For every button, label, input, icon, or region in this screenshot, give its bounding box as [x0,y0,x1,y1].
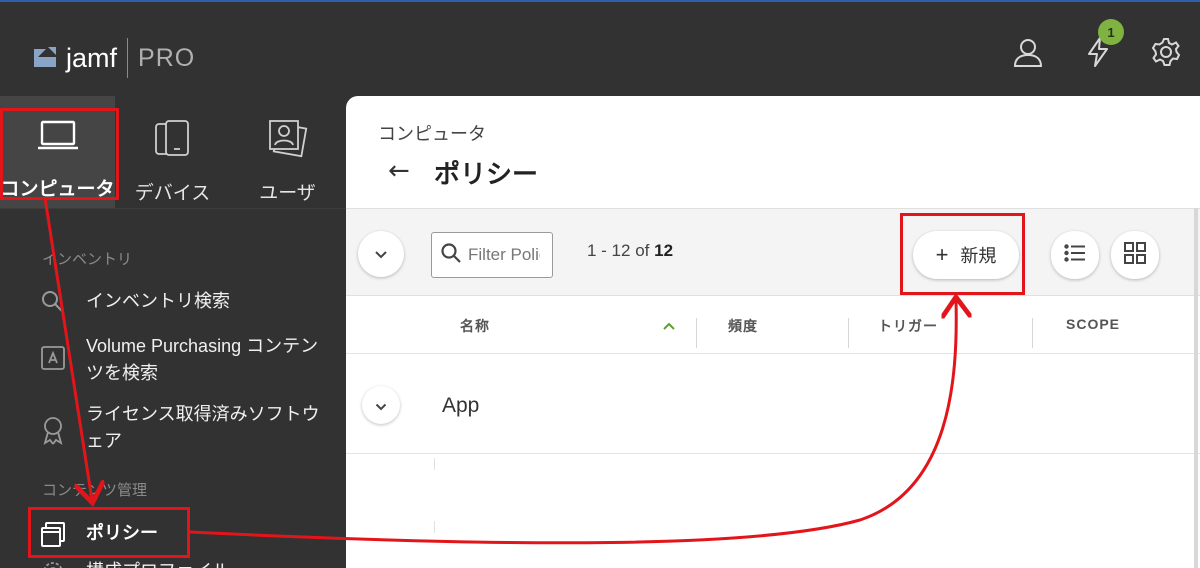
brand-name: jamf [66,42,118,73]
jamf-logo-icon [32,45,58,71]
new-policy-button[interactable]: + 新規 [913,231,1019,279]
tab-computers[interactable]: コンピュータ [0,96,115,208]
plus-icon: + [935,242,949,267]
sidebar-item-label: インベントリ検索 [86,291,230,311]
tab-devices[interactable]: デバイス [115,96,230,208]
settings-gear-icon[interactable] [1146,32,1186,72]
section-content-management: コンテンツ管理 [42,482,148,499]
result-count-total: 12 [654,241,674,260]
grid-view-icon [1124,242,1146,268]
collapse-all-button[interactable] [358,231,404,277]
sidebar-item-configuration-profiles[interactable]: 構成プロファイル [38,558,230,568]
new-button-label: 新規 [960,246,997,266]
mobile-devices-icon [153,118,193,164]
search-icon [440,242,462,268]
chevron-down-icon [375,396,387,415]
laptop-icon [36,118,80,160]
notification-badge[interactable]: 1 [1098,19,1124,45]
grid-view-button[interactable] [1111,231,1159,279]
search-input[interactable] [468,245,540,265]
search-icon [38,287,68,317]
row-divider [434,521,435,533]
list-view-icon [1064,244,1086,266]
sidebar-item-label-line2: ェア [86,431,122,451]
sidebar: コンピュータ デバイス ユーザ インベントリ インベントリ検索 Volume P… [0,96,346,568]
chevron-down-icon [374,245,388,264]
column-header-frequency[interactable]: 頻度 [728,316,758,336]
sidebar-item-label-line1: Volume Purchasing コンテン [86,336,319,356]
table-row[interactable]: App [346,354,1200,454]
license-award-icon [38,415,68,445]
sidebar-item-licensed-software[interactable]: ライセンス取得済みソフトウ ェア [38,401,320,455]
gear-icon [38,557,68,568]
row-name[interactable]: App [442,394,479,418]
column-divider[interactable] [696,318,697,348]
sidebar-item-label-line2: ツを検索 [86,363,158,383]
user-account-icon[interactable] [1008,32,1048,72]
column-header-name[interactable]: 名称 [460,316,490,336]
toolbar: 1 - 12 of 12 + 新規 [346,208,1200,296]
vertical-scrollbar[interactable] [1194,208,1198,568]
column-divider[interactable] [1032,318,1033,348]
main-panel: コンピュータ ← ポリシー 1 - 12 of 12 + 新規 [346,96,1200,568]
expand-row-button[interactable] [362,386,400,424]
app-store-icon [38,343,68,373]
sidebar-item-volume-purchasing[interactable]: Volume Purchasing コンテン ツを検索 [38,333,318,387]
column-header-trigger[interactable]: トリガー [878,316,938,336]
top-bar: jamf PRO 1 [0,2,1200,96]
result-count-prefix: 1 - 12 of [587,241,655,260]
sidebar-item-label: ポリシー [86,523,158,543]
list-view-button[interactable] [1051,231,1099,279]
page-title: ポリシー [434,159,539,189]
policies-icon [38,519,68,549]
sidebar-item-label: 構成プロファイル [86,558,230,568]
logo-divider [127,38,129,78]
back-arrow-icon[interactable]: ← [388,156,410,186]
tab-divider [0,208,346,209]
sidebar-item-label-line1: ライセンス取得済みソフトウ [86,404,320,424]
breadcrumb[interactable]: コンピュータ [378,120,486,146]
sidebar-item-policies[interactable]: ポリシー [38,520,158,549]
tab-computers-label: コンピュータ [0,179,115,200]
users-icon [266,118,310,164]
table-header: 名称 頻度 トリガー SCOPE [346,296,1200,354]
search-box[interactable] [431,232,553,278]
tab-users-label: ユーザ [259,183,316,204]
tab-devices-label: デバイス [134,183,211,204]
section-inventory: インベントリ [42,251,133,268]
column-header-scope[interactable]: SCOPE [1066,316,1120,332]
column-divider[interactable] [848,318,849,348]
jamf-logo[interactable]: jamf PRO [32,38,195,78]
result-count: 1 - 12 of 12 [587,241,673,261]
sidebar-item-inventory-search[interactable]: インベントリ検索 [38,288,230,317]
tab-users[interactable]: ユーザ [230,96,345,208]
row-divider [434,458,435,470]
sort-ascending-icon[interactable] [662,316,676,335]
product-name: PRO [138,43,196,72]
